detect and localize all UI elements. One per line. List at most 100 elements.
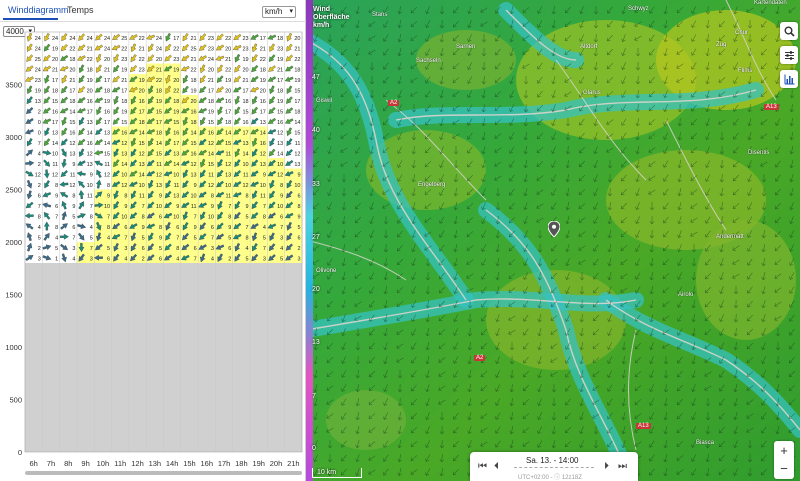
wind-speed-label: 15 [208,120,214,126]
wind-speed-label: 13 [191,172,197,178]
wind-speed-label: 13 [156,183,162,189]
time-slider[interactable] [514,467,594,470]
wind-speed-label: 17 [52,78,58,84]
settings-button[interactable] [780,46,798,64]
chart-button[interactable] [780,70,798,88]
wind-speed-label: 21 [208,78,214,84]
wind-speed-label: 13 [87,120,93,126]
wind-speed-label: 4 [176,256,179,262]
wind-speed-label: 17 [260,36,266,42]
wind-speed-label: 3 [90,256,93,262]
wind-speed-label: 24 [156,36,162,42]
unit-select[interactable]: km/h ▾ [262,6,296,18]
place-label: Biasca [696,440,715,446]
wind-speed-label: 8 [55,225,58,231]
y-tick-label: 1500 [5,291,22,300]
wind-speed-label: 8 [211,193,214,199]
wind-speed-label: 3 [38,256,41,262]
wind-speed-label: 19 [208,109,214,115]
wind-speed-label: 20 [104,57,110,63]
wind-speed-label: 2 [228,256,231,262]
wind-speed-label: 2 [297,246,300,252]
wind-speed-label: 11 [70,172,76,178]
wind-speed-label: 4 [124,256,127,262]
location-pin-icon[interactable] [548,221,560,237]
terrain-map [306,0,800,481]
wind-speed-label: 15 [121,120,127,126]
map-scalebar: 10 km [312,468,362,478]
wind-speed-label: 2 [38,162,41,168]
wind-speed-label: 23 [35,78,41,84]
wind-speed-label: 14 [139,172,145,178]
wind-speed-label: 9 [176,204,179,210]
wind-speed-label: 14 [104,141,110,147]
wind-speed-label: 18 [191,120,197,126]
wind-speed-label: 5 [228,235,231,241]
wind-speed-label: 6 [124,225,127,231]
wind-speed-label: 11 [87,193,93,199]
wind-speed-label: 10 [242,162,248,168]
wind-speed-label: 15 [242,109,248,115]
wind-speed-label: 12 [69,183,75,189]
zoom-out-button[interactable]: − [774,460,794,478]
wind-speed-label: 9 [72,162,75,168]
wind-speed-label: 17 [242,130,248,136]
place-label: Engelberg [418,182,446,188]
wind-speed-label: 9 [228,225,231,231]
wind-speed-label: 12 [35,172,41,178]
skip-last-button[interactable]: ⏭ [618,461,627,472]
tab-winddiagramm[interactable]: Winddiagramm [8,5,69,15]
wind-speed-label: 21 [156,67,162,73]
wind-speed-label: 23 [121,57,127,63]
wind-speed-label: 12 [225,162,231,168]
app-window: Winddiagramm Temps km/h ▾ 4000 ▾ 0 500 100… [0,0,800,481]
wind-diagram-panel: Winddiagramm Temps km/h ▾ 4000 ▾ 0 500 100… [0,0,306,481]
wind-speed-label: 7 [38,141,41,147]
wind-speed-label: 14 [139,130,145,136]
wind-speed-label: 18 [277,88,283,94]
wind-speed-label: 5 [246,256,249,262]
wind-speed-label: 18 [260,67,266,73]
wind-speed-label: 14 [191,130,197,136]
wind-speed-label: 10 [87,183,93,189]
wind-speed-label: 7 [263,246,266,252]
wind-speed-label: 20 [225,88,231,94]
wind-speed-label: 4 [107,235,110,241]
y-tick-label: 1000 [5,343,22,352]
map-copyright: Kartendaten [754,0,787,6]
wind-speed-label: 4 [72,256,75,262]
step-back-button[interactable]: ⏴ [494,461,499,472]
wind-speed-label: 5 [280,256,283,262]
skip-first-button[interactable]: ⏮ [478,461,487,472]
wind-speed-label: 11 [139,193,145,199]
scale-value: 47 [312,74,320,81]
y-tick-label: 3500 [5,81,22,90]
wind-speed-label: 7 [263,204,266,210]
wind-speed-label: 1 [55,256,58,262]
place-label: Zug [716,42,727,48]
wind-speed-label: 11 [191,204,197,210]
wind-speed-label: 7 [142,204,145,210]
wind-speed-label: 22 [87,57,93,63]
zoom-in-button[interactable]: + [774,442,794,460]
tab-temps[interactable]: Temps [67,5,94,15]
wind-speed-label: 18 [104,88,110,94]
search-button[interactable] [780,22,798,40]
step-forward-button[interactable]: ⏵ [604,461,609,472]
wind-speed-label: 15 [191,141,197,147]
wind-speed-label: 19 [242,57,248,63]
wind-speed-label: 19 [277,99,283,105]
wind-speed-label: 22 [191,67,197,73]
wind-speed-label: 16 [225,99,231,105]
wind-speed-label: 8 [38,214,41,220]
map-view[interactable]: Wind Oberfläche km/h 47 40 33 27 20 13 7… [306,0,800,481]
scale-value: 27 [312,234,320,241]
wind-speed-label: 4 [90,225,93,231]
wind-speed-label: 21 [294,46,300,52]
wind-speed-label: 21 [52,67,58,73]
wind-speed-label: 5 [90,235,93,241]
wind-speed-label: 6 [297,235,300,241]
wind-speed-label: 18 [191,78,197,84]
wind-speed-label: 13 [225,172,231,178]
place-label: Flims [738,68,753,74]
